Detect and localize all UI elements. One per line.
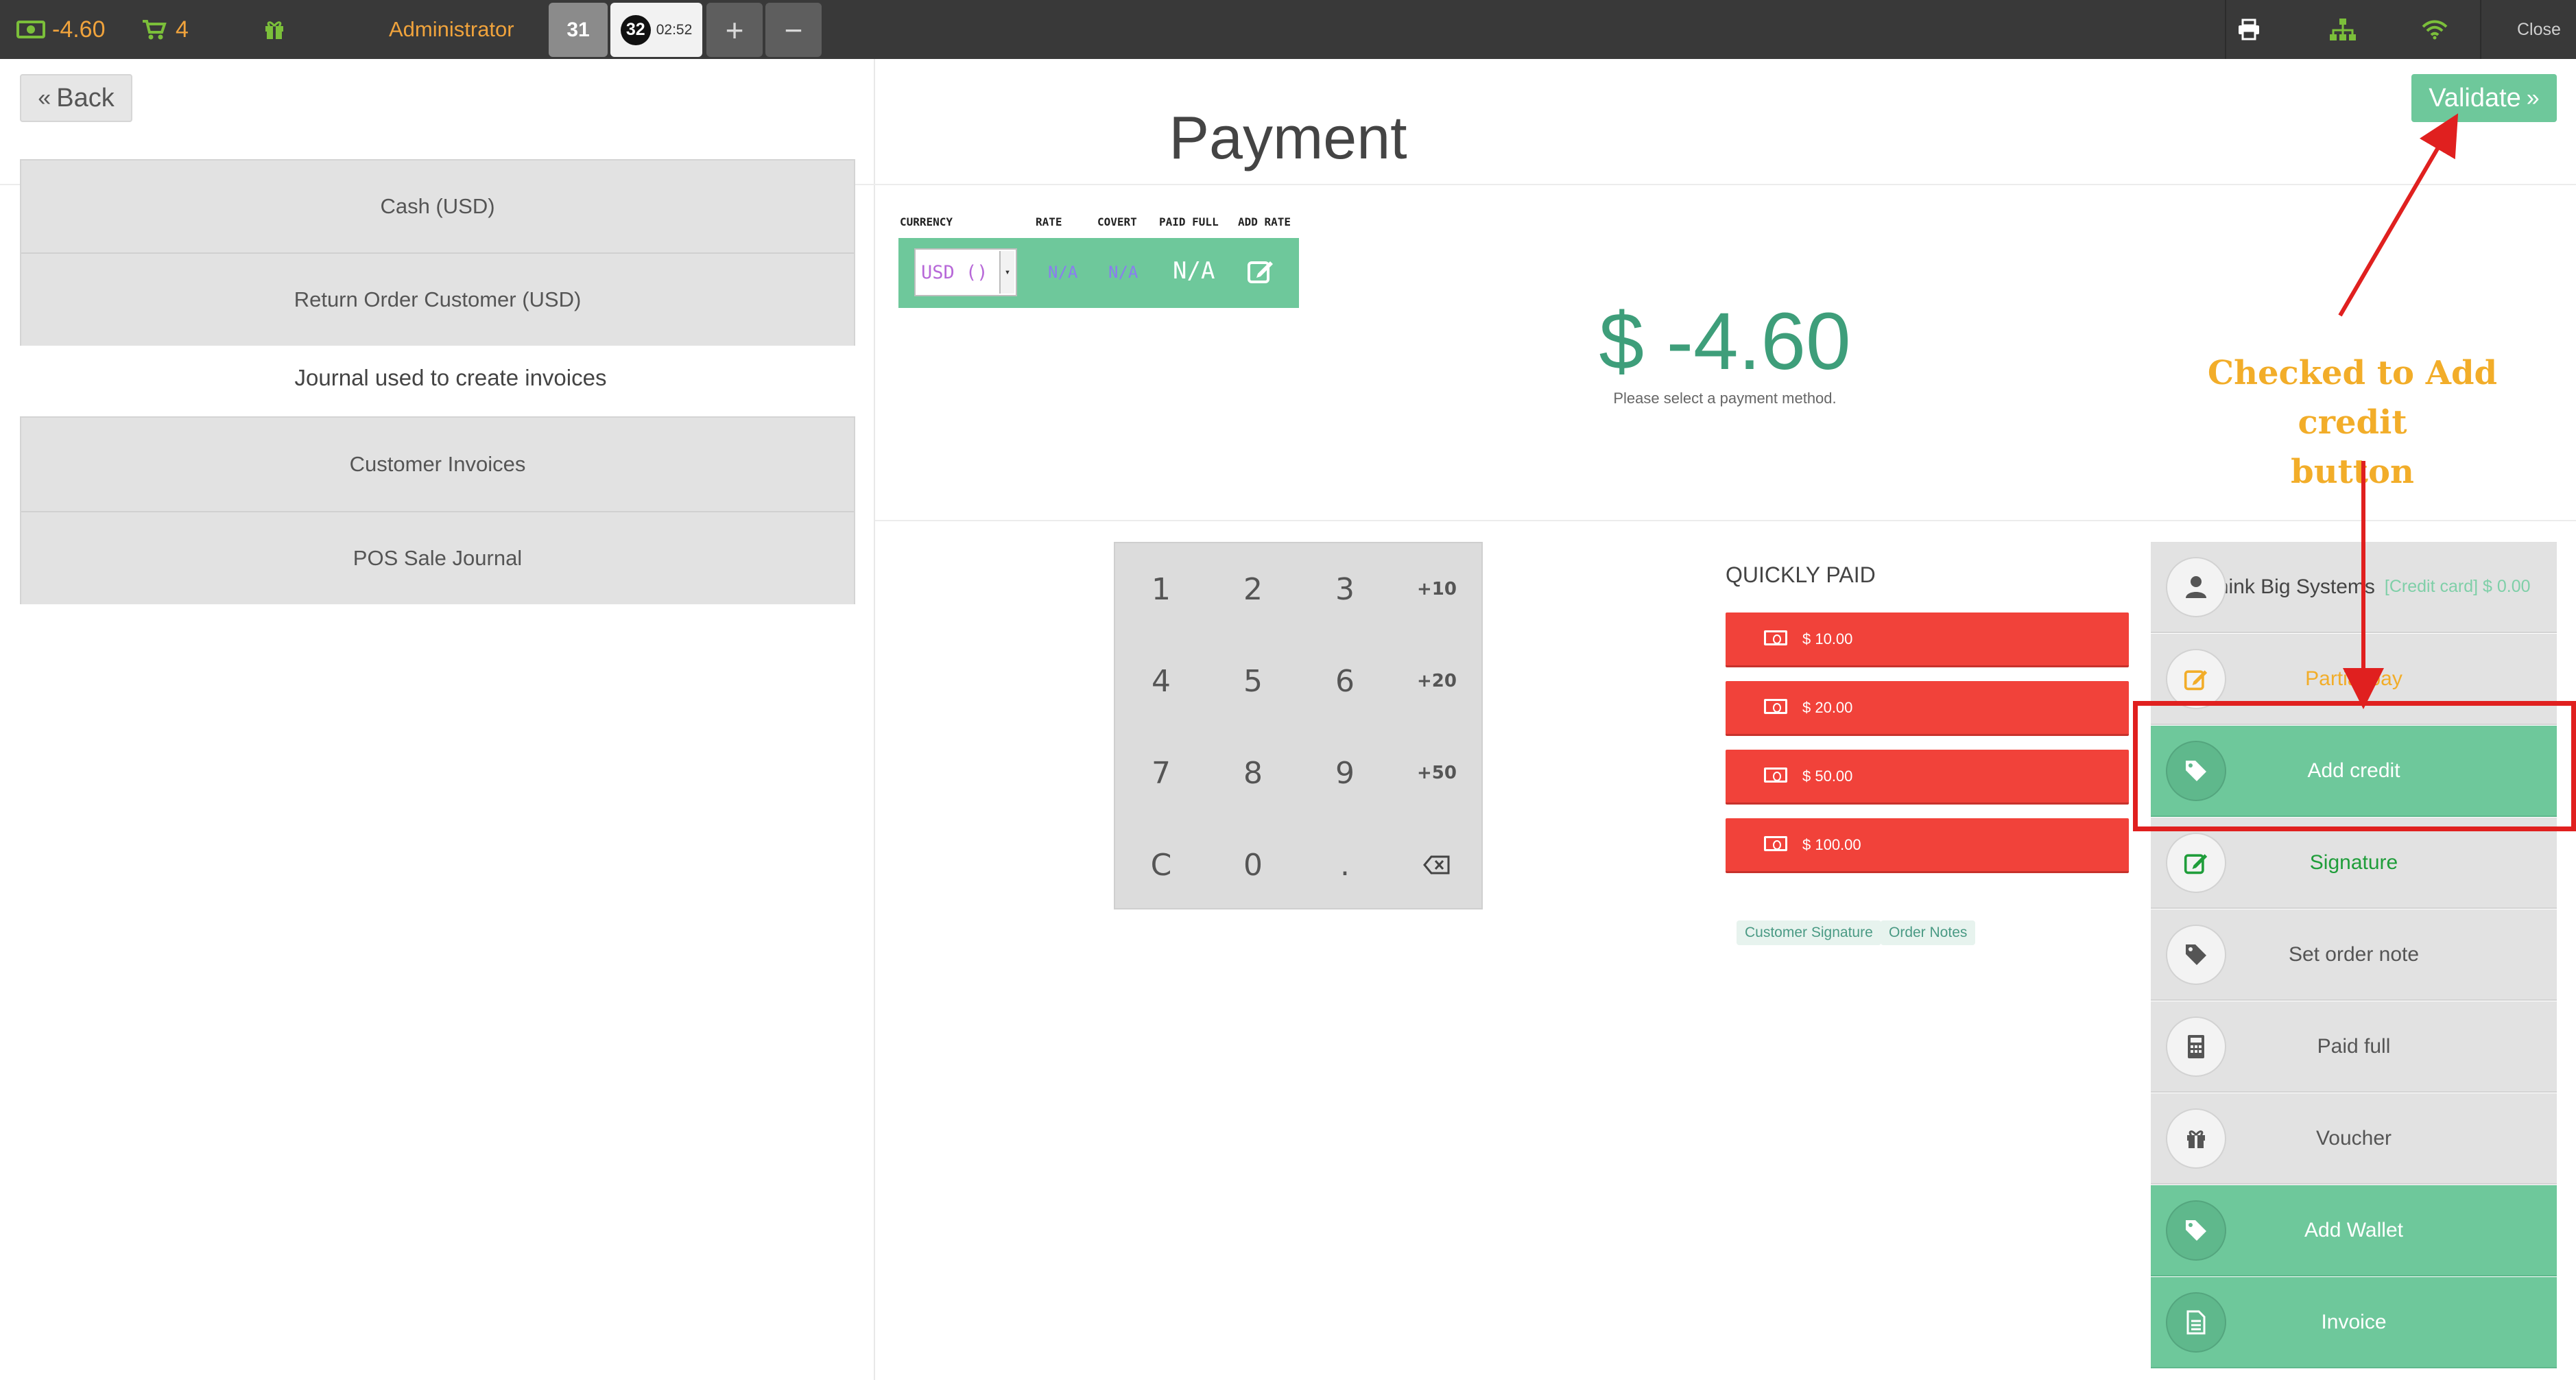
annotation-arrows <box>2338 113 2459 709</box>
annotation-arrow-up <box>2338 113 2459 317</box>
